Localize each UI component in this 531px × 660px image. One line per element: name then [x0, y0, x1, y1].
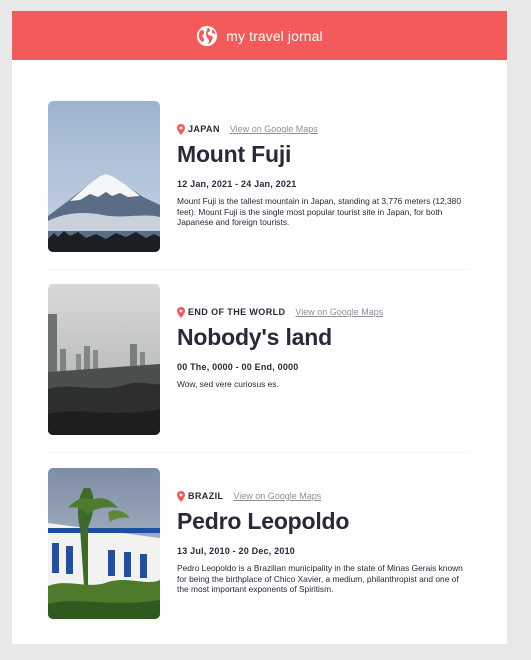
country-label: BRAZIL [188, 491, 224, 501]
place-description: Pedro Leopoldo is a Brazilian municipali… [177, 563, 463, 595]
journal-entry: END OF THE WORLD View on Google Maps Nob… [48, 284, 488, 435]
trip-dates: 12 Jan, 2021 - 24 Jan, 2021 [177, 179, 297, 189]
location-pin-icon [177, 123, 185, 135]
entry-divider [48, 452, 471, 453]
country-label: END OF THE WORLD [188, 307, 286, 317]
globe-icon [197, 25, 218, 46]
entry-divider [48, 269, 471, 270]
app-header: my travel jornal [12, 11, 507, 60]
place-title: Mount Fuji [177, 141, 292, 167]
ruined-city-photo [48, 284, 160, 435]
entry-info: END OF THE WORLD View on Google Maps Nob… [177, 284, 472, 435]
place-title: Nobody's land [177, 324, 332, 350]
journal-entry: JAPAN View on Google Maps Mount Fuji 12 … [48, 101, 488, 252]
google-maps-link[interactable]: View on Google Maps [233, 491, 321, 501]
travel-journal-page: my travel jornal JAPAN View on Google Ma… [12, 11, 507, 644]
place-description: Wow, sed vere curiosus es. [177, 379, 279, 389]
location-pin-icon [177, 306, 185, 318]
location-pin-icon [177, 490, 185, 502]
journal-entry: BRAZIL View on Google Maps Pedro Leopold… [48, 468, 488, 619]
country-label: JAPAN [188, 124, 220, 134]
trip-dates: 00 The, 0000 - 00 End, 0000 [177, 362, 299, 372]
entry-info: BRAZIL View on Google Maps Pedro Leopold… [177, 468, 472, 619]
location-row: BRAZIL View on Google Maps [177, 489, 472, 503]
location-row: END OF THE WORLD View on Google Maps [177, 305, 472, 319]
google-maps-link[interactable]: View on Google Maps [295, 307, 383, 317]
google-maps-link[interactable]: View on Google Maps [230, 124, 318, 134]
app-title: my travel jornal [226, 27, 323, 44]
entry-info: JAPAN View on Google Maps Mount Fuji 12 … [177, 101, 472, 252]
location-row: JAPAN View on Google Maps [177, 122, 472, 136]
pedro-leopoldo-photo [48, 468, 160, 619]
trip-dates: 13 Jul, 2010 - 20 Dec, 2010 [177, 546, 295, 556]
place-title: Pedro Leopoldo [177, 508, 350, 534]
place-description: Mount Fuji is the tallest mountain in Ja… [177, 196, 461, 228]
mount-fuji-photo [48, 101, 160, 252]
